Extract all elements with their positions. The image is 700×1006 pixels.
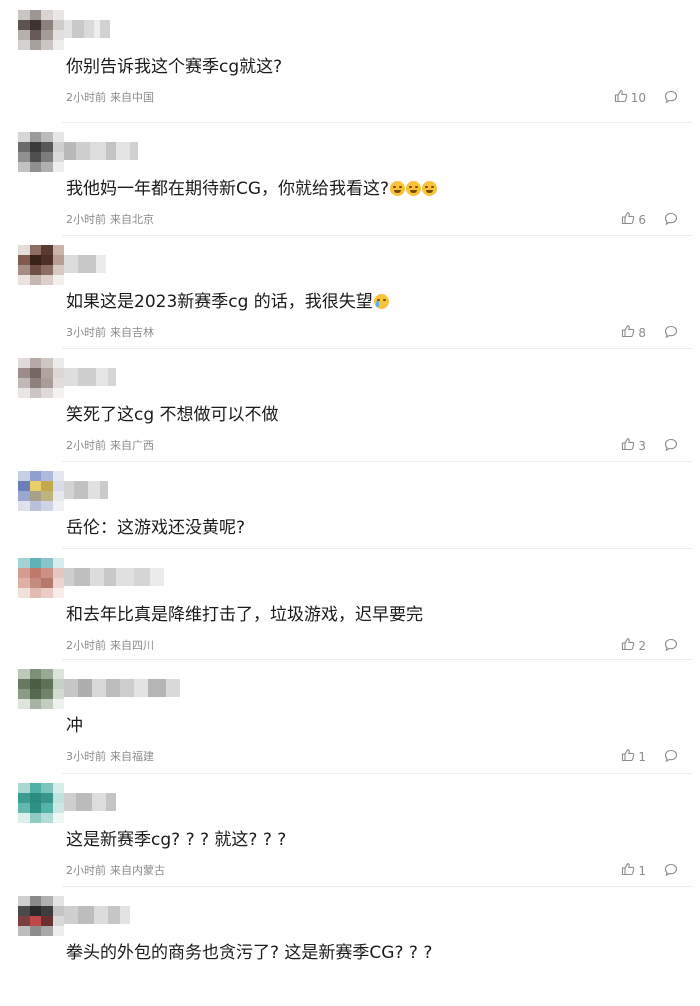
avatar[interactable] <box>18 132 64 172</box>
avatar[interactable] <box>18 669 64 709</box>
reply-comment-icon[interactable] <box>664 324 678 339</box>
like-button[interactable]: 3 <box>621 437 646 454</box>
avatar[interactable] <box>18 245 64 285</box>
comment-item: 笑死了这cg 不想做可以不做 2小时前 来自广西 3 <box>0 348 700 468</box>
like-count: 1 <box>638 749 646 764</box>
avatar[interactable] <box>18 471 64 511</box>
comment-location: 来自中国 <box>110 91 154 104</box>
like-count: 1 <box>638 863 646 878</box>
comment-divider <box>62 773 692 774</box>
username-blurred[interactable] <box>64 481 108 499</box>
like-button[interactable]: 1 <box>621 748 646 765</box>
like-button[interactable]: 10 <box>614 89 646 106</box>
like-count: 2 <box>638 638 646 653</box>
username-blurred[interactable] <box>64 568 164 586</box>
comment-item: 你别告诉我这个赛季cg就这? 2小时前 来自中国 10 <box>0 0 700 120</box>
comment-time: 2小时前 <box>66 639 106 652</box>
comment-text: 和去年比真是降维打击了，垃圾游戏，迟早要完 <box>66 605 423 625</box>
thumbs-up-icon <box>621 437 635 454</box>
comment-item: 和去年比真是降维打击了，垃圾游戏，迟早要完 2小时前 来自四川 2 <box>0 548 700 668</box>
comment-time: 2小时前 <box>66 213 106 226</box>
username-blurred[interactable] <box>64 255 106 273</box>
reply-comment-icon[interactable] <box>664 748 678 763</box>
laugh-emoji-icon <box>406 181 422 196</box>
avatar[interactable] <box>18 896 64 936</box>
like-button[interactable]: 6 <box>621 211 646 228</box>
comment-text: 我他妈一年都在期待新CG，你就给我看这? <box>66 178 438 200</box>
comment-location: 来自四川 <box>110 639 154 652</box>
comment-location: 来自福建 <box>110 750 154 763</box>
comment-time: 3小时前 <box>66 326 106 339</box>
comment-location: 来自北京 <box>110 213 154 226</box>
like-count: 3 <box>638 438 646 453</box>
comment-divider <box>62 659 692 660</box>
avatar[interactable] <box>18 783 64 823</box>
comment-text: 你别告诉我这个赛季cg就这? <box>66 57 283 77</box>
comment-divider <box>62 235 692 236</box>
like-button[interactable]: 1 <box>621 862 646 879</box>
like-button[interactable]: 2 <box>621 637 646 654</box>
username-blurred[interactable] <box>64 142 138 160</box>
thumbs-up-icon <box>621 862 635 879</box>
comment-item: 如果这是2023新赛季cg 的话，我很失望 3小时前 来自吉林 8 <box>0 235 700 355</box>
username-blurred[interactable] <box>64 906 130 924</box>
like-count: 8 <box>638 325 646 340</box>
comment-meta: 2小时前 来自中国 <box>66 91 154 105</box>
comment-text: 岳伦：这游戏还没黄呢? <box>66 518 246 538</box>
comment-time: 2小时前 <box>66 864 106 877</box>
reply-comment-icon[interactable] <box>664 437 678 452</box>
comment-meta: 2小时前 来自四川 <box>66 639 154 653</box>
comment-item: 我他妈一年都在期待新CG，你就给我看这? 2小时前 来自北京 6 <box>0 122 700 242</box>
laugh-emoji-icon <box>390 181 406 196</box>
avatar[interactable] <box>18 358 64 398</box>
thumbs-up-icon <box>621 637 635 654</box>
comment-item: 这是新赛季cg? ? ? 就这? ? ? 2小时前 来自内蒙古 1 <box>0 773 700 893</box>
username-blurred[interactable] <box>64 793 116 811</box>
like-button[interactable]: 8 <box>621 324 646 341</box>
comment-divider <box>62 461 692 462</box>
username-blurred[interactable] <box>64 368 116 386</box>
comment-item: 冲 3小时前 来自福建 1 <box>0 659 700 779</box>
username-blurred[interactable] <box>64 20 110 38</box>
crying-emoji-icon <box>373 294 389 309</box>
comment-meta: 2小时前 来自内蒙古 <box>66 864 165 878</box>
comment-location: 来自广西 <box>110 439 154 452</box>
reply-comment-icon[interactable] <box>664 637 678 652</box>
thumbs-up-icon <box>621 324 635 341</box>
comment-meta: 3小时前 来自吉林 <box>66 326 154 340</box>
comment-divider <box>62 548 692 549</box>
username-blurred[interactable] <box>64 679 180 697</box>
like-count: 10 <box>630 90 646 105</box>
reply-comment-icon[interactable] <box>664 89 678 104</box>
thumbs-up-icon <box>621 748 635 765</box>
comment-text: 这是新赛季cg? ? ? 就这? ? ? <box>66 830 287 850</box>
comment-divider <box>62 886 692 887</box>
reply-comment-icon[interactable] <box>664 862 678 877</box>
avatar[interactable] <box>18 10 64 50</box>
reply-comment-icon[interactable] <box>664 211 678 226</box>
comment-text: 笑死了这cg 不想做可以不做 <box>66 405 279 425</box>
comment-text: 拳头的外包的商务也贪污了? 这是新赛季CG? ? ? <box>66 943 433 963</box>
comment-meta: 3小时前 来自福建 <box>66 750 154 764</box>
thumbs-up-icon <box>614 89 628 106</box>
comment-time: 3小时前 <box>66 750 106 763</box>
like-count: 6 <box>638 212 646 227</box>
avatar[interactable] <box>18 558 64 598</box>
comment-text: 如果这是2023新赛季cg 的话，我很失望 <box>66 291 389 313</box>
comment-item: 拳头的外包的商务也贪污了? 这是新赛季CG? ? ? <box>0 886 700 1006</box>
comment-time: 2小时前 <box>66 439 106 452</box>
comment-location: 来自吉林 <box>110 326 154 339</box>
comment-meta: 2小时前 来自北京 <box>66 213 154 227</box>
comment-meta: 2小时前 来自广西 <box>66 439 154 453</box>
comment-divider <box>62 122 692 123</box>
comment-time: 2小时前 <box>66 91 106 104</box>
comment-text: 冲 <box>66 716 83 736</box>
thumbs-up-icon <box>621 211 635 228</box>
comment-divider <box>62 348 692 349</box>
comment-location: 来自内蒙古 <box>110 864 165 877</box>
laugh-emoji-icon <box>422 181 438 196</box>
